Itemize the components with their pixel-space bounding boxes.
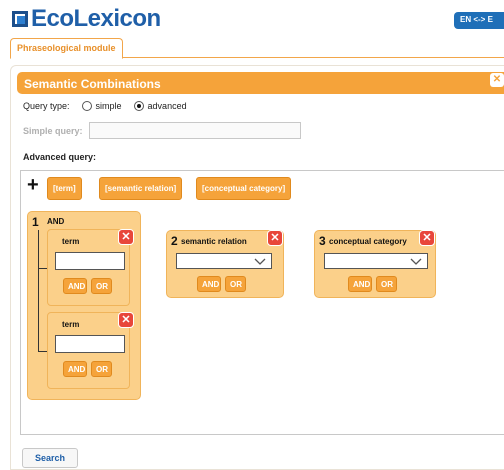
simple-query-input[interactable] (88, 122, 301, 139)
and-button[interactable]: AND (348, 276, 372, 292)
panel-title: Semantic Combinations (17, 72, 504, 94)
radio-simple-label[interactable]: simple (96, 101, 122, 111)
simple-query-row: Simple query: (23, 122, 301, 139)
query-type-label: Query type: (23, 101, 70, 111)
advanced-query-label: Advanced query: (23, 152, 97, 162)
tree-connector (38, 230, 39, 352)
term-input[interactable] (55, 252, 125, 270)
add-element-icon[interactable]: + (27, 175, 39, 195)
and-button[interactable]: AND (63, 361, 87, 377)
term-block-1: term ✕ AND OR (47, 229, 134, 306)
chevron-down-icon (410, 258, 422, 265)
and-button[interactable]: AND (197, 276, 221, 292)
term-label: term (62, 237, 80, 246)
chip-semantic-relation[interactable]: [semantic relation] (99, 177, 183, 200)
radio-simple[interactable] (81, 101, 92, 111)
or-button[interactable]: OR (91, 361, 112, 377)
or-button[interactable]: OR (225, 276, 246, 292)
radio-advanced[interactable] (133, 101, 144, 111)
close-icon[interactable]: ✕ (267, 230, 283, 246)
ecolexicon-logo: EcoLexicon (12, 5, 161, 32)
tab-phraseological-module[interactable]: Phraseological module (10, 38, 123, 59)
chip-term[interactable]: [term] (47, 177, 82, 200)
block-3-label: conceptual category (329, 237, 407, 246)
close-icon[interactable]: ✕ (118, 229, 134, 245)
radio-advanced-label[interactable]: advanced (148, 101, 187, 111)
simple-query-label: Simple query: (23, 125, 83, 136)
search-button[interactable]: Search (22, 448, 78, 468)
or-button[interactable]: OR (91, 278, 112, 294)
block-1-number: 1 (32, 215, 39, 229)
panel-close-button[interactable]: ✕ (490, 73, 504, 87)
term-input[interactable] (55, 335, 125, 353)
logo-text: EcoLexicon (31, 5, 161, 32)
and-button[interactable]: AND (63, 278, 87, 294)
conceptual-category-select[interactable] (324, 253, 428, 269)
block-1-and-group: 1 AND term ✕ AND OR term ✕ AND OR (27, 211, 141, 400)
language-toggle-button[interactable]: EN <-> E (454, 12, 504, 29)
term-label: term (62, 320, 80, 329)
block-1-operator: AND (47, 217, 65, 226)
chip-conceptual-category[interactable]: [conceptual category] (196, 177, 292, 200)
block-3-number: 3 (319, 234, 326, 248)
query-type-row: Query type: simple advanced (23, 101, 187, 111)
term-block-2: term ✕ AND OR (47, 312, 134, 389)
tab-bar: Phraseological module (10, 38, 504, 59)
semantic-relation-select[interactable] (176, 253, 272, 269)
logo-icon (12, 11, 28, 27)
advanced-query-area: + [term] [semantic relation] [conceptual… (20, 170, 504, 435)
tree-branch (38, 351, 47, 352)
chevron-down-icon (254, 258, 266, 265)
block-3-conceptual-category: 3 conceptual category ✕ AND OR (314, 230, 436, 298)
block-2-semantic-relation: 2 semantic relation ✕ AND OR (166, 230, 284, 298)
close-icon[interactable]: ✕ (118, 312, 134, 328)
block-2-number: 2 (171, 234, 178, 248)
block-2-label: semantic relation (181, 237, 247, 246)
tree-branch (38, 268, 47, 269)
or-button[interactable]: OR (376, 276, 397, 292)
close-icon[interactable]: ✕ (419, 230, 435, 246)
